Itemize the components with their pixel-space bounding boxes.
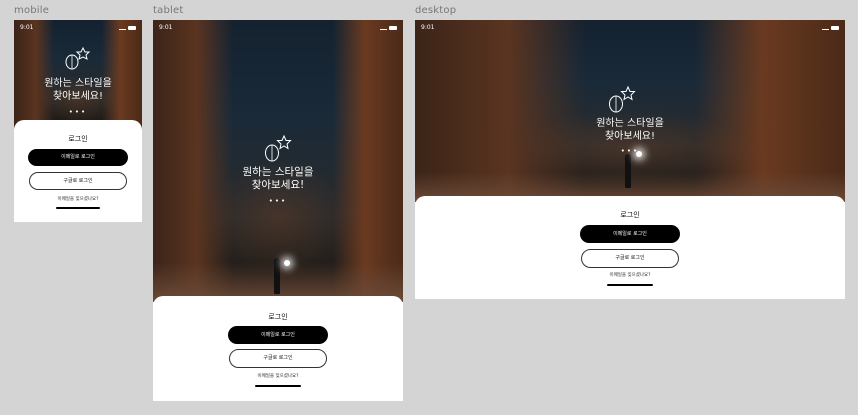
signal-icon xyxy=(380,25,387,30)
google-login-button[interactable]: 구글로 로그인 xyxy=(581,249,679,268)
headline-line-2: 찾아보세요! xyxy=(251,179,305,192)
status-bar: 9:01 xyxy=(153,20,403,35)
status-time: 9:01 xyxy=(159,24,173,31)
email-login-button[interactable]: 이메일로 로그인 xyxy=(28,149,128,166)
carousel-dots[interactable]: ••• xyxy=(153,197,403,205)
status-bar: 9:01 xyxy=(415,20,845,35)
forgot-email-link[interactable]: 이메일을 잊으셨나요? xyxy=(14,196,142,202)
headline-line-2: 찾아보세요! xyxy=(604,130,655,142)
light-glow xyxy=(284,260,290,266)
hero-image: 9:01 원하는 스타일을 찾아보세요! ••• xyxy=(415,20,845,202)
hiker-figure xyxy=(625,154,631,188)
hiker-figure xyxy=(274,258,280,294)
status-bar: 9:01 xyxy=(14,20,142,35)
tablet-frame: 9:01 원하는 스타일을 찾아보세요! ••• 로그인 이메일로 로그인 구글… xyxy=(153,20,403,401)
light-glow xyxy=(636,151,642,157)
headline-line-1: 원하는 스타일을 xyxy=(44,78,112,89)
email-login-button[interactable]: 이메일로 로그인 xyxy=(580,225,680,243)
google-login-button[interactable]: 구글로 로그인 xyxy=(29,172,127,190)
battery-icon xyxy=(831,25,839,30)
hero-headline: 원하는 스타일을 찾아보세요! xyxy=(415,118,845,143)
home-indicator xyxy=(607,284,653,286)
battery-icon xyxy=(389,25,397,30)
hero-headline: 원하는 스타일을 찾아보세요! xyxy=(14,78,142,103)
frame-label-mobile: mobile xyxy=(14,5,50,16)
carousel-dots[interactable]: ••• xyxy=(14,108,142,116)
login-sheet: 로그인 이메일로 로그인 구글로 로그인 이메일을 잊으셨나요? xyxy=(153,296,403,401)
leaf-icon xyxy=(65,46,91,70)
leaf-icon xyxy=(265,134,292,162)
home-indicator xyxy=(255,385,301,387)
google-login-button[interactable]: 구글로 로그인 xyxy=(229,349,327,368)
login-title: 로그인 xyxy=(268,313,288,321)
battery-icon xyxy=(128,25,136,30)
headline-line-2: 찾아보세요! xyxy=(52,90,103,102)
login-sheet: 로그인 이메일로 로그인 구글로 로그인 이메일을 잊으셨나요? xyxy=(415,196,845,299)
forgot-email-link[interactable]: 이메일을 잊으셨나요? xyxy=(153,373,403,379)
hero-image: 9:01 원하는 스타일을 찾아보세요! ••• xyxy=(14,20,142,132)
headline-line-1: 원하는 스타일을 xyxy=(596,118,664,129)
home-indicator xyxy=(56,207,100,209)
mobile-frame: 9:01 원하는 스타일을 찾아보세요! ••• 로그인 이메일로 로그인 구글… xyxy=(14,20,142,222)
frame-label-tablet: tablet xyxy=(153,5,184,16)
hero-headline: 원하는 스타일을 찾아보세요! xyxy=(153,166,403,192)
frame-label-desktop: desktop xyxy=(415,5,457,16)
login-title: 로그인 xyxy=(620,211,640,219)
email-login-button[interactable]: 이메일로 로그인 xyxy=(228,326,328,344)
forgot-email-link[interactable]: 이메일을 잊으셨나요? xyxy=(415,272,845,278)
signal-icon xyxy=(119,25,126,30)
login-title: 로그인 xyxy=(68,135,88,143)
leaf-icon xyxy=(609,85,636,113)
login-sheet: 로그인 이메일로 로그인 구글로 로그인 이메일을 잊으셨나요? xyxy=(14,120,142,222)
headline-line-1: 원하는 스타일을 xyxy=(242,166,314,178)
status-time: 9:01 xyxy=(20,24,34,31)
hero-image: 9:01 원하는 스타일을 찾아보세요! ••• xyxy=(153,20,403,302)
status-time: 9:01 xyxy=(421,24,435,31)
signal-icon xyxy=(822,25,829,30)
desktop-frame: 9:01 원하는 스타일을 찾아보세요! ••• 로그인 이메일로 로그인 구글… xyxy=(415,20,845,299)
